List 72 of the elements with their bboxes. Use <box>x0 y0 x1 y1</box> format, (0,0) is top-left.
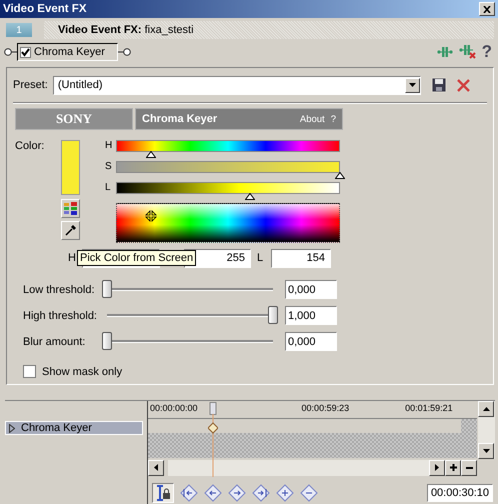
slider-thumb[interactable] <box>268 306 278 324</box>
channel-field[interactable]: 154 <box>271 248 331 268</box>
zoom-in-button[interactable] <box>445 460 461 476</box>
plus-icon <box>450 464 456 472</box>
slider-thumb[interactable] <box>102 332 112 350</box>
channel-label: S <box>105 161 113 172</box>
preset-label: Preset: <box>13 79 48 91</box>
playhead[interactable] <box>208 402 218 477</box>
add-keyframe-icon[interactable] <box>276 484 294 502</box>
chain-end-icon <box>118 48 131 56</box>
expand-arrow-icon <box>9 424 15 432</box>
track-item[interactable]: Chroma Keyer <box>5 421 143 435</box>
slider-thumb[interactable] <box>335 172 345 179</box>
about-link[interactable]: About <box>300 114 325 124</box>
ruler-time: 00:01:59:21 <box>405 402 453 413</box>
window-title: Video Event FX <box>3 3 87 15</box>
channel-label: H <box>68 252 77 264</box>
close-button[interactable] <box>479 2 495 16</box>
color-palette-button[interactable] <box>61 199 80 218</box>
minus-icon <box>466 466 472 469</box>
color-spectrum[interactable] <box>116 203 340 243</box>
crosshair-icon <box>144 209 158 223</box>
cursor-lock-icon <box>155 485 171 502</box>
caret-icon <box>408 83 416 87</box>
parameter-field[interactable]: 0,000 <box>285 280 337 299</box>
time-field[interactable]: 00:00:30:10 <box>427 484 493 502</box>
plugin-chain-item[interactable]: Chroma Keyer <box>17 43 118 61</box>
ruler-time: 00:00:00:00 <box>150 402 198 413</box>
delete-keyframe-icon[interactable] <box>300 484 318 502</box>
parameter-field[interactable]: 0,000 <box>285 332 337 351</box>
channel-label: H <box>105 140 114 151</box>
tooltip: Pick Color from Screen <box>77 250 196 266</box>
help-link[interactable]: ? <box>330 114 336 124</box>
parameter-label: Blur amount: <box>22 336 86 348</box>
next-keyframe-icon[interactable] <box>228 484 246 502</box>
delete-icon[interactable] <box>456 78 470 92</box>
zoom-out-button[interactable] <box>461 460 477 476</box>
chain-start-icon <box>4 48 17 56</box>
checkbox-label: Show mask only <box>42 366 122 378</box>
checkbox[interactable] <box>23 365 36 378</box>
channel-label: L <box>257 252 264 264</box>
channel-label: L <box>105 182 112 193</box>
color-label: Color: <box>15 140 44 152</box>
scroll-up-button[interactable] <box>478 401 494 417</box>
last-keyframe-icon[interactable] <box>252 484 270 502</box>
header-title: Video Event FX: fixa_stesti <box>58 24 194 36</box>
parameter-label: High threshold: <box>22 310 98 322</box>
parameter-field[interactable]: 1,000 <box>285 306 337 325</box>
save-icon[interactable] <box>432 78 446 92</box>
eyedropper-button[interactable] <box>61 221 80 240</box>
eyedropper-icon <box>65 225 76 236</box>
arrow-down-icon <box>482 449 490 453</box>
previous-keyframe-icon[interactable] <box>204 484 222 502</box>
ruler-time: 00:00:59:23 <box>302 402 350 413</box>
first-keyframe-icon[interactable] <box>180 484 198 502</box>
scroll-right-button[interactable] <box>429 460 445 476</box>
sync-lock-button[interactable] <box>152 483 174 504</box>
help-button[interactable]: ? <box>482 42 492 62</box>
plugin-name: Chroma Keyer <box>142 113 218 125</box>
brand-logo: SONY <box>15 108 133 130</box>
slider-thumb[interactable] <box>102 280 112 298</box>
palette-icon <box>64 202 77 215</box>
scroll-down-button[interactable] <box>478 443 494 459</box>
check-icon <box>21 48 30 56</box>
scroll-left-button[interactable] <box>148 460 164 476</box>
preset-dropdown[interactable]: (Untitled) <box>52 76 421 94</box>
close-icon <box>483 6 491 12</box>
arrow-up-icon <box>482 407 490 411</box>
remove-plug-in-icon[interactable] <box>458 45 476 59</box>
arrow-left-icon <box>154 464 158 472</box>
arrow-right-icon <box>435 464 439 472</box>
parameter-label: Low threshold: <box>22 284 96 296</box>
